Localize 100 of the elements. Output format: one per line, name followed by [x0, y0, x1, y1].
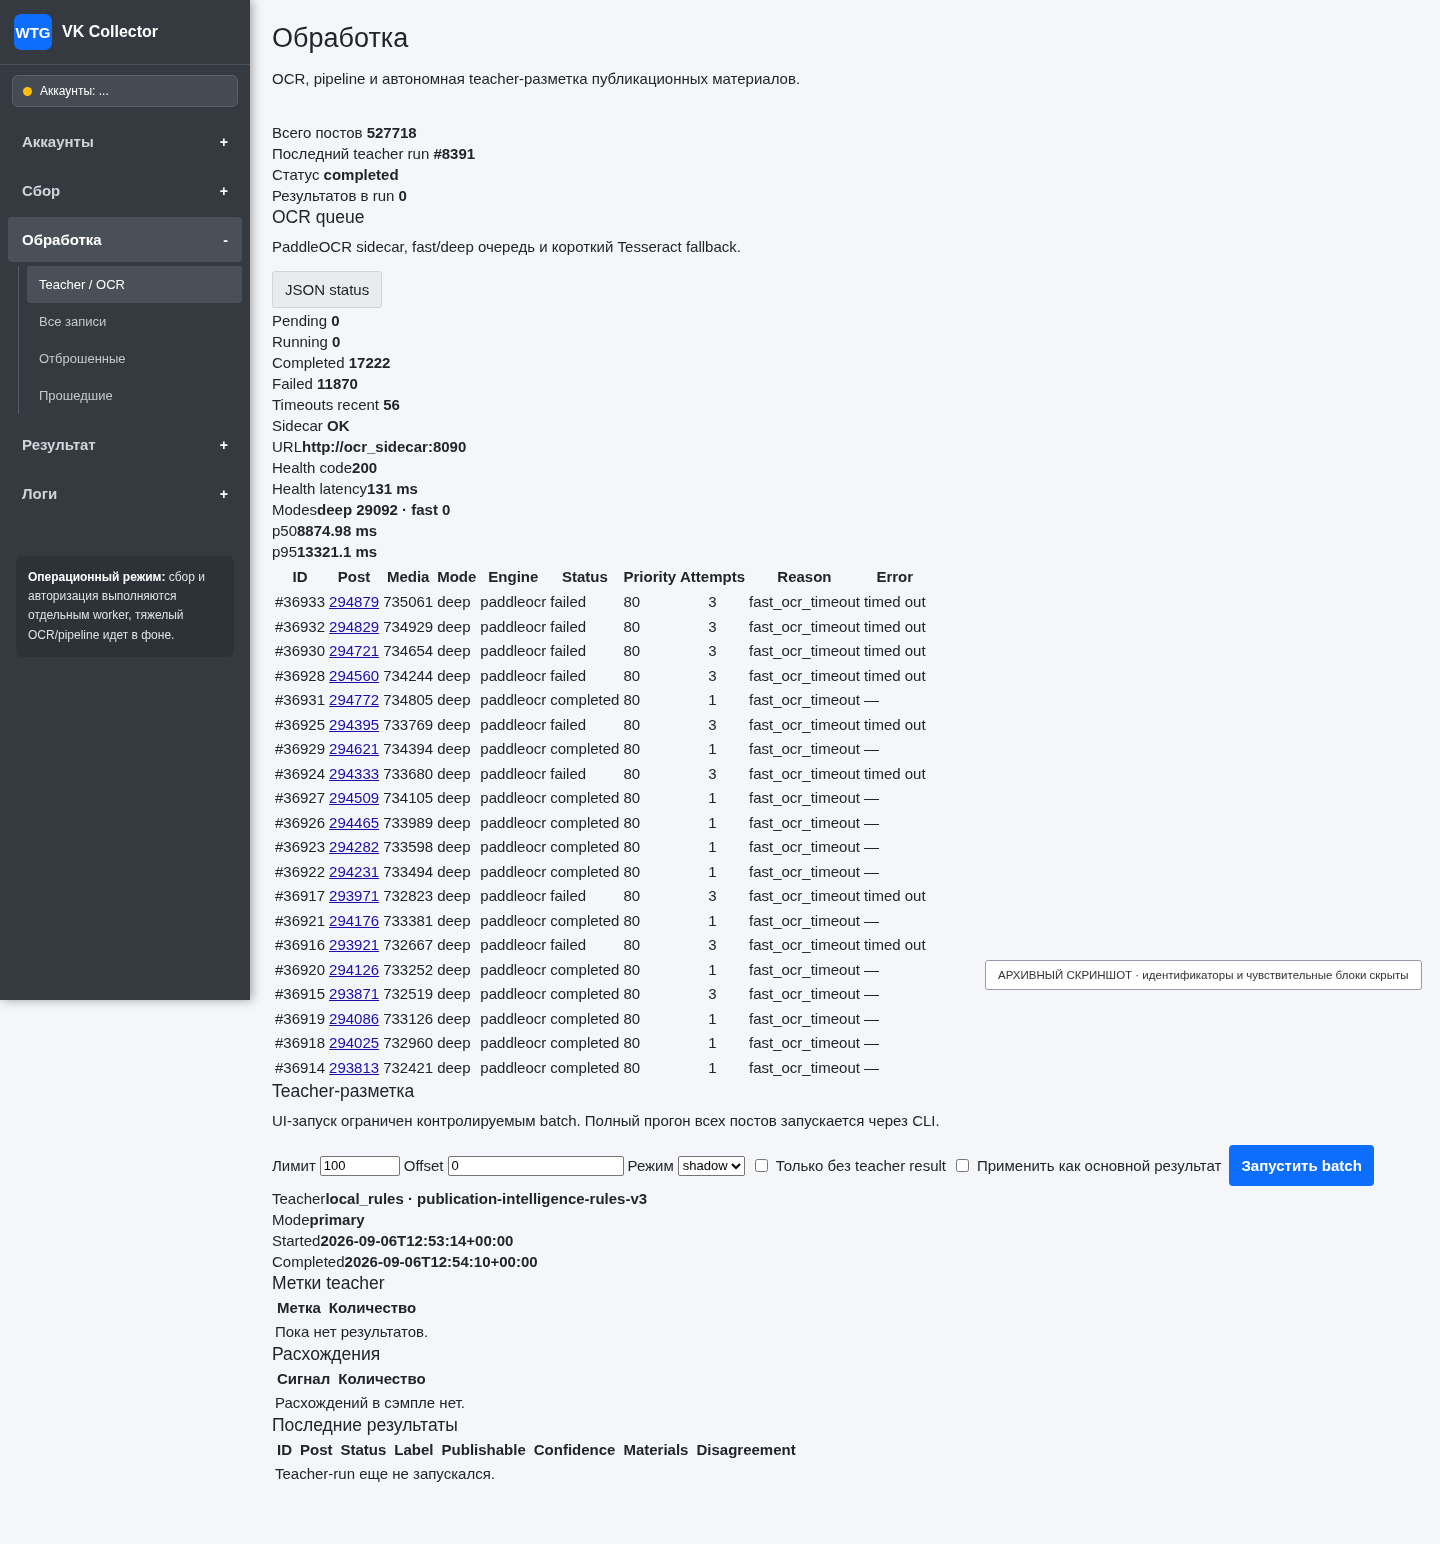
nav-item[interactable]: Teacher / OCR — [27, 266, 242, 303]
nav-group[interactable]: Логи + — [8, 471, 242, 516]
table-cell-text: deep — [436, 788, 472, 809]
nav-item[interactable]: Прошедшие — [27, 377, 242, 414]
stat-line: p508874.98 ms — [272, 521, 379, 542]
nav-group[interactable]: Сбор + — [8, 168, 242, 213]
post-link[interactable]: 294333 — [329, 764, 380, 782]
table-cell-text: paddleocr — [479, 690, 548, 711]
table-cell-text: deep — [436, 1057, 472, 1078]
table-cell-text: — — [862, 959, 880, 980]
run-batch-button[interactable]: Запустить batch — [1229, 1145, 1374, 1187]
status-pill[interactable]: Аккаунты: ... — [12, 75, 238, 107]
table-cell-text: 732960 — [382, 1033, 435, 1054]
table-cell-text: #36914 — [274, 1057, 327, 1078]
table-cell-text: 80 — [622, 1033, 642, 1054]
post-link[interactable]: 294395 — [329, 715, 380, 733]
table-cell-text: 3 — [707, 592, 718, 613]
table-cell-text: 80 — [622, 910, 642, 931]
table-cell-text: 732823 — [382, 886, 435, 907]
post-link[interactable]: 294176 — [329, 911, 380, 929]
table-cell-text: failed — [549, 763, 588, 784]
table-cell-text: paddleocr — [479, 935, 548, 956]
table-cell-text: fast_ocr_timeout — [748, 1033, 861, 1054]
nav-group-label: Логи — [22, 485, 58, 502]
table-cell-text: 735061 — [382, 592, 435, 613]
column-header: Mode — [436, 567, 478, 588]
table-cell-text: timed out — [862, 641, 927, 662]
column-header: Post — [336, 567, 372, 588]
table-cell-text: — — [862, 739, 880, 760]
table-cell-text: fast_ocr_timeout — [748, 665, 861, 686]
table-cell-text: 3 — [707, 616, 718, 637]
post-link[interactable]: 294509 — [329, 789, 380, 807]
table-cell-text: paddleocr — [479, 592, 548, 613]
table-cell-text: 733126 — [382, 1008, 435, 1029]
table-cell-text: 1 — [707, 910, 718, 931]
table-cell-text: 734929 — [382, 616, 435, 637]
post-link[interactable]: 294829 — [329, 617, 380, 635]
nav-group[interactable]: Обработка - — [8, 217, 242, 262]
post-link[interactable]: 293971 — [329, 887, 380, 905]
table-cell-text: #36927 — [274, 788, 327, 809]
table-cell-text: failed — [549, 886, 588, 907]
table-cell-text: completed — [549, 739, 621, 760]
column-header: Reason — [776, 567, 833, 588]
section-title: Teacher-разметка — [272, 1080, 416, 1103]
section-title: Метки teacher — [272, 1272, 386, 1295]
table-cell-text: #36924 — [274, 763, 327, 784]
table-cell-text: deep — [436, 714, 472, 735]
post-link[interactable]: 294560 — [329, 666, 380, 684]
table-cell-text: timed out — [862, 714, 927, 735]
table-cell-text: deep — [436, 886, 472, 907]
limit-field[interactable]: 100 — [319, 1155, 400, 1176]
table-cell-text: 733252 — [382, 959, 435, 980]
json-status-button[interactable]: JSON status — [272, 271, 383, 309]
post-link[interactable]: 294025 — [329, 1034, 380, 1052]
column-header: Количество — [327, 1298, 418, 1319]
nav-group[interactable]: Аккаунты + — [8, 119, 242, 164]
table-cell-text: — — [862, 910, 880, 931]
page-title: Обработка — [272, 22, 410, 55]
post-link[interactable]: 293813 — [329, 1058, 380, 1076]
section-title: Расхождения — [272, 1343, 382, 1366]
table-cell-text: failed — [549, 592, 588, 613]
checkbox[interactable] — [754, 1159, 768, 1173]
table-cell-text: 80 — [622, 739, 642, 760]
column-header: Label — [393, 1440, 435, 1461]
table-cell-text: failed — [549, 935, 588, 956]
table-cell-text: paddleocr — [479, 837, 548, 858]
toggle-sign: + — [219, 133, 228, 150]
post-link[interactable]: 294621 — [329, 740, 380, 758]
checkbox[interactable] — [955, 1159, 969, 1173]
table-cell-text: completed — [549, 1057, 621, 1078]
mode-select[interactable]: shadow — [677, 1155, 745, 1176]
post-link[interactable]: 294086 — [329, 1009, 380, 1027]
nav-group[interactable]: Результат + — [8, 422, 242, 467]
table-cell-text: completed — [549, 984, 621, 1005]
table-cell-text: completed — [549, 788, 621, 809]
table-cell-text: #36917 — [274, 886, 327, 907]
table-cell-text: 3 — [707, 935, 718, 956]
stat-line: Pending 0 — [272, 311, 341, 332]
checkbox-label: Только без teacher result — [775, 1156, 946, 1177]
post-link[interactable]: 293871 — [329, 985, 380, 1003]
post-link[interactable]: 294282 — [329, 838, 380, 856]
post-link[interactable]: 294465 — [329, 813, 380, 831]
table-cell-text: completed — [549, 690, 621, 711]
nav-item[interactable]: Все записи — [27, 303, 242, 340]
post-link[interactable]: 294772 — [329, 691, 380, 709]
toggle-sign: + — [219, 436, 228, 453]
table-cell-text: 3 — [707, 984, 718, 1005]
nav-item[interactable]: Отброшенные — [27, 340, 242, 377]
offset-field[interactable]: 0 — [447, 1155, 624, 1176]
run-info-line: Modeprimary — [272, 1210, 366, 1231]
table-cell-text: fast_ocr_timeout — [748, 886, 861, 907]
table-cell-text: #36932 — [274, 616, 327, 637]
post-link[interactable]: 294721 — [329, 642, 380, 660]
run-info-line: Completed2026-09-06T12:54:10+00:00 — [272, 1252, 539, 1273]
post-link[interactable]: 294126 — [329, 960, 380, 978]
table-cell-text: completed — [549, 1033, 621, 1054]
post-link[interactable]: 294231 — [329, 862, 380, 880]
table-cell-text: fast_ocr_timeout — [748, 984, 861, 1005]
post-link[interactable]: 293921 — [329, 936, 380, 954]
post-link[interactable]: 294879 — [329, 593, 380, 611]
